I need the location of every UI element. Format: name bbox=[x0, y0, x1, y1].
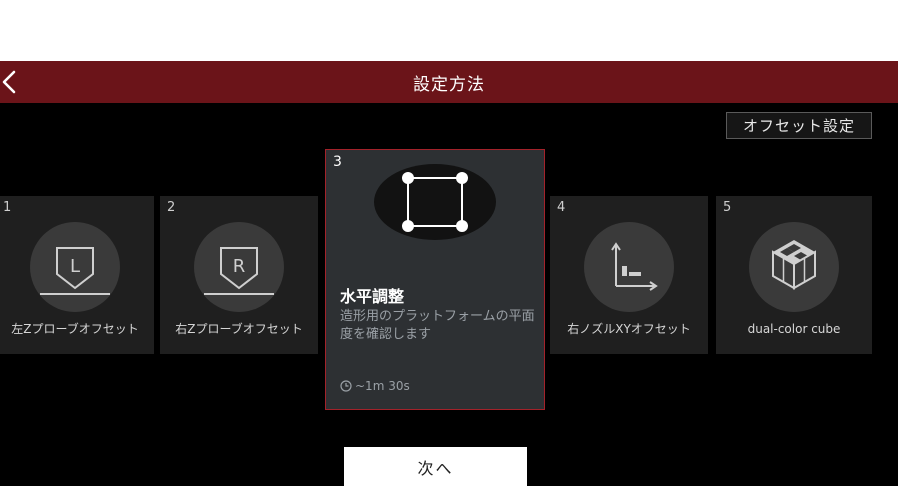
svg-text:L: L bbox=[70, 256, 80, 277]
xy-axis-icon bbox=[584, 222, 674, 312]
step-card-5[interactable]: 5 dual-color cube bbox=[716, 196, 872, 354]
clock-icon bbox=[340, 380, 352, 392]
step-number: 5 bbox=[723, 200, 732, 215]
step-number: 2 bbox=[167, 200, 176, 215]
step-number: 1 bbox=[3, 200, 12, 215]
back-button[interactable] bbox=[0, 61, 22, 103]
svg-text:R: R bbox=[233, 256, 246, 277]
step-duration: ~1m 30s bbox=[340, 379, 410, 393]
step-number: 4 bbox=[557, 200, 566, 215]
step-title: 水平調整 bbox=[340, 287, 405, 306]
offset-settings-button[interactable]: オフセット設定 bbox=[726, 112, 872, 139]
step-number: 3 bbox=[333, 154, 342, 170]
next-button[interactable]: 次へ bbox=[344, 447, 527, 486]
probe-right-icon: R bbox=[194, 222, 284, 312]
chevron-left-icon bbox=[2, 70, 16, 94]
cube-icon bbox=[749, 222, 839, 312]
step-description: 造形用のプラットフォームの平面度を確認します bbox=[340, 309, 535, 342]
step-label: 左Zプローブオフセット bbox=[11, 322, 139, 336]
duration-text: ~1m 30s bbox=[355, 379, 410, 393]
step-label: dual-color cube bbox=[747, 322, 841, 336]
step-card-3-selected[interactable]: 3 水平調整 造形用のプラットフォームの平面度を確認します ~1m 30s bbox=[325, 149, 545, 410]
top-blank-area bbox=[0, 0, 898, 61]
step-card-4[interactable]: 4 右ノズルXYオフセット bbox=[550, 196, 708, 354]
step-card-1[interactable]: 1 L 左Zプローブオフセット bbox=[0, 196, 154, 354]
header-bar: 設定方法 bbox=[0, 61, 898, 103]
step-card-2[interactable]: 2 R 右Zプローブオフセット bbox=[160, 196, 318, 354]
probe-left-icon: L bbox=[30, 222, 120, 312]
bed-level-icon bbox=[374, 164, 496, 240]
step-label: 右Zプローブオフセット bbox=[175, 322, 303, 336]
step-label: 右ノズルXYオフセット bbox=[567, 322, 691, 336]
page-title: 設定方法 bbox=[413, 74, 485, 95]
